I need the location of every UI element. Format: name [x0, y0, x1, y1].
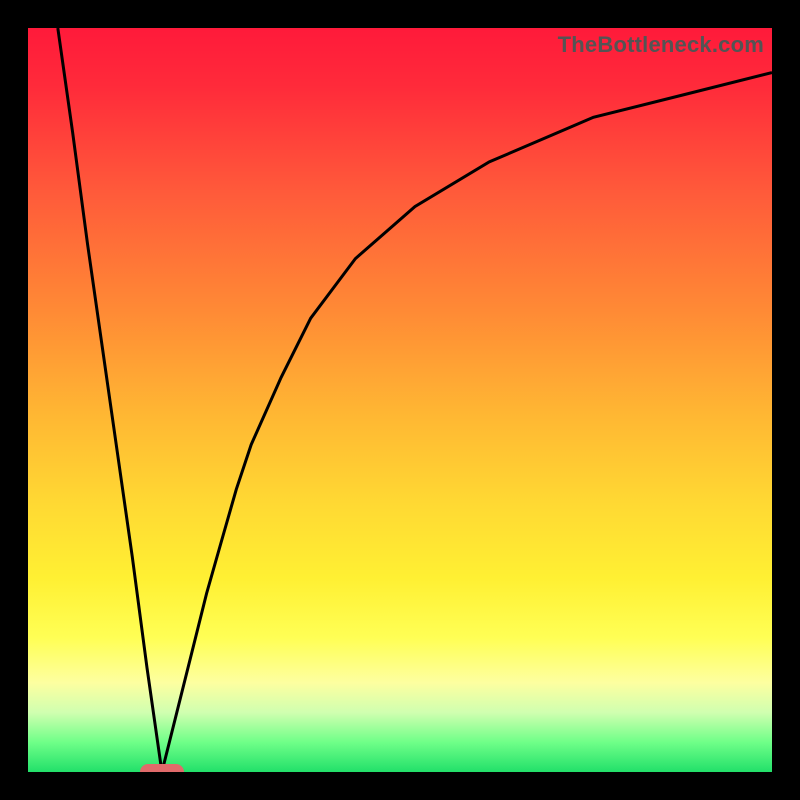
curve-path	[58, 28, 772, 772]
bottleneck-curve	[28, 28, 772, 772]
watermark-text: TheBottleneck.com	[558, 32, 764, 58]
chart-frame: TheBottleneck.com	[0, 0, 800, 800]
plot-area: TheBottleneck.com	[28, 28, 772, 772]
optimum-marker	[140, 764, 184, 772]
